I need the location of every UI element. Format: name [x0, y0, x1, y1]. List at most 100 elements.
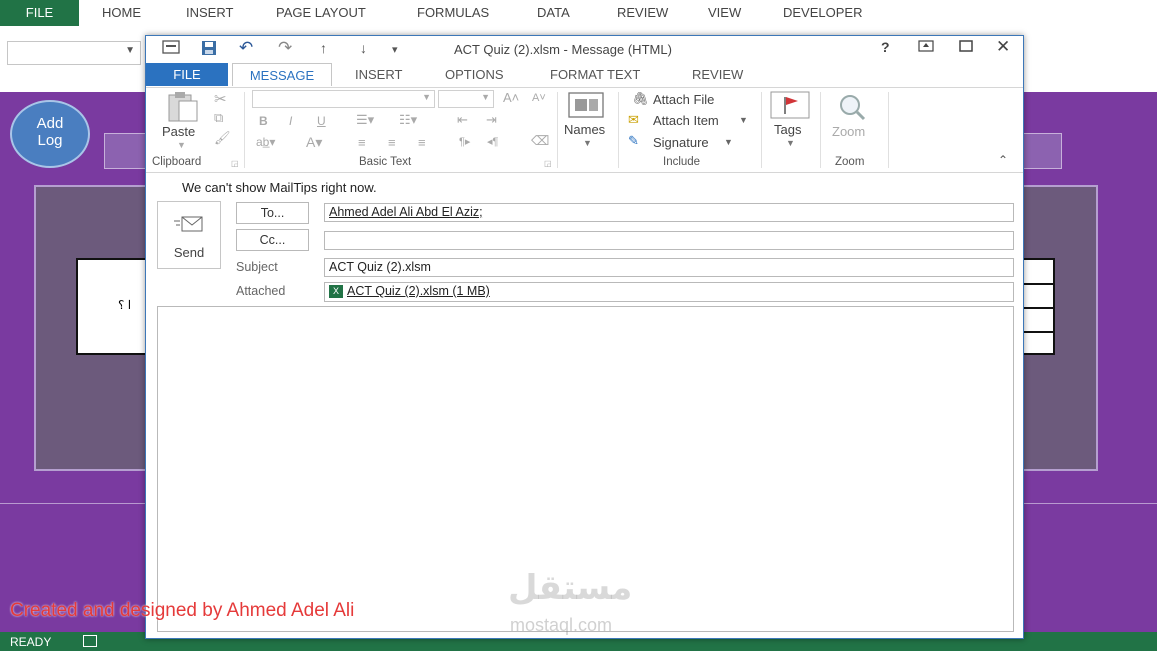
attachment-link[interactable]: ACT Quiz (2).xlsm (1 MB): [347, 284, 490, 298]
names-button-label[interactable]: Names: [564, 122, 605, 137]
answer-options[interactable]: [1022, 258, 1055, 355]
chevron-down-icon: ▼: [481, 92, 490, 102]
clipboard-launcher-icon[interactable]: ◲: [231, 159, 239, 168]
answer-divider: [1024, 283, 1053, 285]
to-field[interactable]: Ahmed Adel Ali Abd El Aziz;: [324, 203, 1014, 222]
ltr-icon[interactable]: ¶▸: [459, 135, 470, 148]
shrink-font-icon[interactable]: A˅: [532, 92, 546, 104]
outlook-app-icon: [162, 40, 180, 57]
ribbon-display-options-icon[interactable]: [918, 39, 934, 57]
attach-item-icon: ✉: [628, 112, 639, 127]
excel-tab-home[interactable]: HOME: [102, 0, 141, 26]
add-log-label-line1: Add: [36, 115, 64, 132]
align-left-icon[interactable]: ≡: [358, 135, 366, 150]
cut-icon[interactable]: ✂: [214, 90, 227, 108]
font-size-dropdown[interactable]: ▼: [438, 90, 494, 108]
grow-font-icon[interactable]: A˄: [503, 90, 519, 105]
question-box: ا ؟: [76, 258, 150, 355]
title-bar: ↶ ↷ ↑ ↓ ▾ ACT Quiz (2).xlsm - Message (H…: [146, 36, 1023, 63]
subject-label: Subject: [236, 260, 278, 274]
cc-field[interactable]: [324, 231, 1014, 250]
subject-field[interactable]: ACT Quiz (2).xlsm: [324, 258, 1014, 277]
chevron-down-icon: ▼: [422, 92, 431, 102]
font-color-icon[interactable]: A▾: [306, 134, 322, 151]
increase-indent-icon[interactable]: ⇥: [486, 112, 497, 128]
name-box[interactable]: ▼: [7, 41, 141, 65]
undo-icon[interactable]: ↶: [239, 38, 253, 58]
rtl-icon[interactable]: ◂¶: [487, 135, 498, 148]
add-log-button[interactable]: Add Log: [10, 100, 90, 168]
arrow-up-icon[interactable]: ↑: [320, 40, 327, 56]
answer-divider: [1024, 331, 1053, 333]
address-book-icon[interactable]: [567, 91, 605, 122]
tab-insert[interactable]: INSERT: [355, 67, 402, 82]
arrow-down-icon[interactable]: ↓: [360, 40, 367, 56]
customize-toolbar-icon[interactable]: ▾: [392, 43, 398, 56]
names-dropdown-icon[interactable]: ▼: [583, 138, 592, 148]
align-right-icon[interactable]: ≡: [418, 135, 426, 150]
excel-tab-insert[interactable]: INSERT: [186, 0, 233, 26]
save-icon[interactable]: [201, 40, 217, 59]
chevron-down-icon[interactable]: ▼: [125, 45, 135, 56]
align-center-icon[interactable]: ≡: [388, 135, 396, 150]
tab-format-text[interactable]: FORMAT TEXT: [550, 67, 640, 82]
watermark-logo: مستقل: [508, 568, 633, 608]
font-name-dropdown[interactable]: ▼: [252, 90, 435, 108]
attached-label: Attached: [236, 284, 286, 298]
tab-review[interactable]: REVIEW: [692, 67, 743, 82]
group-separator: [888, 92, 889, 168]
tags-dropdown-icon[interactable]: ▼: [786, 138, 795, 148]
clear-formatting-icon[interactable]: ⌫: [531, 133, 549, 149]
copy-icon[interactable]: ⧉: [214, 110, 223, 126]
bold-button[interactable]: B: [259, 114, 268, 128]
format-painter-icon[interactable]: 🖌: [214, 130, 231, 146]
attached-field: X ACT Quiz (2).xlsm (1 MB): [324, 282, 1014, 302]
basic-text-launcher-icon[interactable]: ◲: [544, 159, 552, 168]
flag-icon[interactable]: [770, 91, 810, 122]
excel-tab-data[interactable]: DATA: [537, 0, 570, 26]
tab-file[interactable]: FILE: [146, 63, 228, 86]
attach-file-button[interactable]: Attach File: [653, 92, 714, 107]
excel-tab-file[interactable]: FILE: [0, 0, 79, 26]
zoom-group-label: Zoom: [835, 156, 865, 168]
paste-button-label[interactable]: Paste: [162, 124, 195, 139]
bullets-icon[interactable]: ☰▾: [356, 112, 374, 128]
close-icon[interactable]: ✕: [996, 37, 1010, 57]
to-button[interactable]: To...: [236, 202, 309, 224]
attach-item-dropdown-icon[interactable]: ▼: [739, 115, 748, 125]
attach-item-button[interactable]: Attach Item: [653, 113, 719, 128]
help-icon[interactable]: ?: [881, 39, 890, 55]
redo-icon[interactable]: ↷: [278, 38, 292, 58]
highlight-icon[interactable]: ab̲▾: [256, 135, 275, 149]
excel-tab-formulas[interactable]: FORMULAS: [417, 0, 489, 26]
excel-tab-page-layout[interactable]: PAGE LAYOUT: [276, 0, 366, 26]
add-log-label-line2: Log: [37, 132, 63, 149]
excel-tab-view[interactable]: VIEW: [708, 0, 741, 26]
signature-dropdown-icon[interactable]: ▼: [724, 137, 733, 147]
window-title: ACT Quiz (2).xlsm - Message (HTML): [454, 42, 672, 57]
tags-button-label[interactable]: Tags: [774, 122, 801, 137]
excel-ribbon-tabs: FILE HOME INSERT PAGE LAYOUT FORMULAS DA…: [0, 0, 1157, 29]
numbering-icon[interactable]: ☷▾: [399, 112, 417, 128]
send-button[interactable]: Send: [157, 201, 221, 269]
signature-button[interactable]: Signature: [653, 135, 709, 150]
collapse-ribbon-icon[interactable]: ⌃: [998, 153, 1008, 167]
maximize-icon[interactable]: [959, 39, 973, 56]
cc-button[interactable]: Cc...: [236, 229, 309, 251]
group-separator: [618, 92, 619, 168]
macro-record-icon[interactable]: [83, 635, 97, 647]
paste-icon[interactable]: [163, 91, 201, 126]
paste-dropdown-icon[interactable]: ▼: [177, 140, 186, 150]
excel-tab-developer[interactable]: DEVELOPER: [783, 0, 862, 26]
tab-options[interactable]: OPTIONS: [445, 67, 504, 82]
group-separator: [244, 92, 245, 168]
zoom-icon[interactable]: [834, 92, 872, 125]
italic-button[interactable]: I: [289, 114, 292, 128]
zoom-button-label[interactable]: Zoom: [832, 124, 865, 139]
clipboard-group-label: Clipboard: [152, 156, 202, 168]
to-recipient[interactable]: Ahmed Adel Ali Abd El Aziz;: [329, 205, 483, 219]
excel-tab-review[interactable]: REVIEW: [617, 0, 668, 26]
decrease-indent-icon[interactable]: ⇤: [457, 112, 468, 128]
underline-button[interactable]: U: [317, 114, 326, 128]
tab-message[interactable]: MESSAGE: [232, 63, 332, 86]
